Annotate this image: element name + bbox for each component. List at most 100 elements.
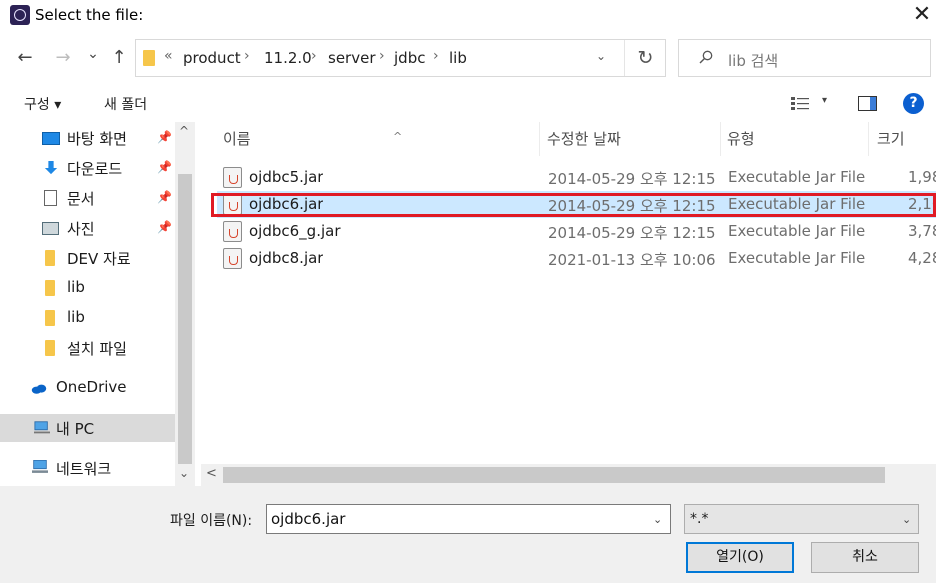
breadcrumb-jdbc[interactable]: jdbc: [394, 49, 425, 67]
filename-input[interactable]: ojdbc6.jar: [266, 504, 671, 534]
file-type: Executable Jar File: [728, 249, 866, 267]
refresh-button[interactable]: ↻: [624, 40, 666, 76]
file-row[interactable]: ojdbc5.jar 2014-05-29 오후 12:15 Executabl…: [217, 164, 936, 191]
desktop-icon: [42, 132, 60, 145]
column-header-date[interactable]: 수정한 날짜: [541, 122, 721, 156]
pin-icon[interactable]: 📌: [157, 190, 172, 204]
help-icon[interactable]: ?: [903, 93, 924, 114]
chevron-down-icon[interactable]: ⌄: [596, 49, 606, 63]
sidebar-item-lib[interactable]: lib: [0, 274, 175, 302]
file-name: ojdbc8.jar: [249, 249, 324, 267]
pin-icon[interactable]: 📌: [157, 130, 172, 144]
pin-icon[interactable]: 📌: [157, 220, 172, 234]
scroll-left-icon[interactable]: <: [206, 466, 217, 481]
sidebar-item-label: 내 PC: [56, 420, 95, 438]
column-header-size[interactable]: 크기: [871, 122, 936, 156]
up-button[interactable]: ↑: [108, 46, 130, 70]
file-type-select[interactable]: *.*: [684, 504, 919, 534]
file-name: ojdbc6_g.jar: [249, 222, 341, 240]
breadcrumb-separator[interactable]: ›: [311, 48, 317, 64]
new-folder-button[interactable]: 새 폴더: [104, 94, 147, 114]
file-date: 2014-05-29 오후 12:15: [548, 224, 716, 242]
document-icon: [44, 190, 57, 206]
search-input[interactable]: lib 검색: [728, 50, 778, 71]
file-list: 이름 ^ 수정한 날짜 유형 크기 ojdbc5.jar 2014-05-29 …: [195, 122, 936, 486]
file-date: 2014-05-29 오후 12:15: [548, 197, 716, 215]
preview-pane-icon[interactable]: [858, 96, 877, 111]
recent-locations-button[interactable]: ⌄: [85, 42, 101, 66]
overflow-chevron[interactable]: «: [164, 48, 173, 64]
cancel-button[interactable]: 취소: [811, 542, 919, 573]
dialog-footer: 파일 이름(N): ojdbc6.jar ⌄ *.* ⌄ 열기(O) 취소: [0, 486, 936, 583]
open-button[interactable]: 열기(O): [686, 542, 794, 573]
file-row[interactable]: ojdbc6_g.jar 2014-05-29 오후 12:15 Executa…: [217, 218, 936, 245]
file-date: 2021-01-13 오후 10:06: [548, 251, 716, 269]
sidebar-item-documents[interactable]: 문서 📌: [0, 184, 175, 212]
chevron-down-icon[interactable]: ⌄: [902, 513, 911, 526]
file-type: Executable Jar File: [728, 168, 866, 186]
breadcrumb-separator[interactable]: ›: [244, 48, 250, 64]
command-toolbar: 구성 ▾ 새 폴더 ▾ ?: [0, 84, 936, 122]
sidebar-item-this-pc[interactable]: 내 PC: [0, 414, 175, 442]
sidebar-item-dev[interactable]: DEV 자료: [0, 244, 175, 272]
sidebar-scrollbar[interactable]: ^ ⌄: [175, 122, 195, 486]
folder-icon: [45, 310, 55, 326]
close-icon[interactable]: ✕: [908, 2, 936, 28]
sidebar-item-label: 사진: [67, 220, 95, 238]
sidebar-item-pictures[interactable]: 사진 📌: [0, 214, 175, 242]
cloud-icon: [31, 384, 47, 394]
breadcrumb-server[interactable]: server: [328, 49, 375, 67]
sidebar-item-lib[interactable]: lib: [0, 304, 175, 332]
sidebar-item-label: lib: [67, 308, 85, 326]
scroll-up-icon[interactable]: ^: [179, 124, 189, 138]
sidebar-item-setup-files[interactable]: 설치 파일: [0, 334, 175, 362]
sidebar-item-label: 다운로드: [67, 160, 123, 178]
view-dropdown-icon[interactable]: ▾: [822, 95, 827, 106]
file-type: Executable Jar File: [728, 195, 866, 213]
pin-icon[interactable]: 📌: [157, 160, 172, 174]
breadcrumb-lib[interactable]: lib: [449, 49, 467, 67]
chevron-down-icon[interactable]: ⌄: [653, 513, 662, 526]
sidebar-item-label: DEV 자료: [67, 250, 131, 268]
address-bar[interactable]: « product › 11.2.0 › server › jdbc › lib…: [135, 39, 666, 77]
file-size: 3,78: [908, 222, 936, 240]
back-button[interactable]: ←: [14, 46, 36, 70]
breadcrumb-version[interactable]: 11.2.0: [264, 49, 312, 67]
sidebar-item-label: 네트워크: [56, 460, 112, 478]
file-date: 2014-05-29 오후 12:15: [548, 170, 716, 188]
sidebar-item-downloads[interactable]: 다운로드 📌: [0, 154, 175, 182]
file-row[interactable]: ojdbc8.jar 2021-01-13 오후 10:06 Executabl…: [217, 245, 936, 272]
search-box[interactable]: lib 검색: [678, 39, 931, 77]
file-size: 2,10: [908, 195, 936, 213]
jar-file-icon: [223, 194, 242, 215]
column-header-name[interactable]: 이름 ^: [217, 122, 540, 156]
breadcrumb-separator[interactable]: ›: [379, 48, 385, 64]
scrollbar-thumb[interactable]: [178, 174, 192, 464]
computer-icon: [34, 421, 50, 434]
column-header-type[interactable]: 유형: [721, 122, 869, 156]
file-name: ojdbc6.jar: [249, 195, 324, 213]
scrollbar-thumb[interactable]: [223, 467, 885, 483]
breadcrumb-separator[interactable]: ›: [433, 48, 439, 64]
sidebar-item-onedrive[interactable]: OneDrive: [0, 374, 175, 402]
folder-icon: [45, 250, 55, 266]
scroll-down-icon[interactable]: ⌄: [179, 466, 189, 480]
sort-ascending-icon: ^: [393, 130, 403, 143]
sidebar-item-desktop[interactable]: 바탕 화면 📌: [0, 124, 175, 152]
pictures-icon: [42, 222, 59, 235]
jar-file-icon: [223, 221, 242, 242]
sidebar-item-label: 설치 파일: [67, 340, 127, 358]
organize-button[interactable]: 구성 ▾: [24, 94, 61, 114]
navigation-bar: ← → ⌄ ↑ « product › 11.2.0 › server › jd…: [0, 36, 936, 80]
file-row-selected[interactable]: ojdbc6.jar 2014-05-29 오후 12:15 Executabl…: [217, 191, 936, 218]
app-icon: [10, 5, 30, 25]
network-icon: [32, 460, 48, 473]
breadcrumb-product[interactable]: product: [183, 49, 241, 67]
jar-file-icon: [223, 248, 242, 269]
navigation-pane: 바탕 화면 📌 다운로드 📌 문서 📌 사진 📌 DEV 자료 lib lib …: [0, 122, 195, 486]
file-size: 4,28: [908, 249, 936, 267]
sidebar-item-network[interactable]: 네트워크: [0, 454, 175, 482]
forward-button[interactable]: →: [52, 46, 74, 70]
horizontal-scrollbar[interactable]: <: [201, 464, 936, 486]
view-options-icon[interactable]: [791, 97, 809, 110]
